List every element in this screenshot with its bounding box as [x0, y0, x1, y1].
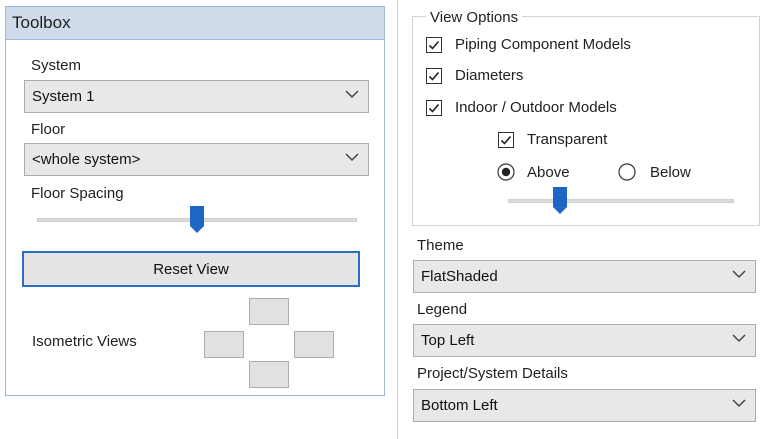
legend-label: Legend — [417, 301, 468, 318]
iso-view-bottom-button[interactable] — [249, 361, 289, 388]
system-dropdown-value: System 1 — [32, 88, 95, 105]
theme-dropdown[interactable]: FlatShaded — [413, 260, 756, 293]
indoor-outdoor-models-checkbox[interactable] — [426, 100, 442, 116]
above-label: Above — [527, 164, 570, 181]
theme-label: Theme — [417, 237, 464, 254]
floor-dropdown[interactable]: <whole system> — [24, 143, 369, 176]
reset-view-button[interactable]: Reset View — [22, 251, 360, 287]
view-options-legend: View Options — [426, 9, 523, 26]
project-system-details-dropdown[interactable]: Bottom Left — [413, 389, 756, 422]
toolbox-title: Toolbox — [12, 13, 71, 32]
iso-view-left-button[interactable] — [204, 331, 244, 358]
floor-dropdown-value: <whole system> — [32, 151, 141, 168]
chevron-down-icon — [732, 399, 746, 408]
floor-spacing-label: Floor Spacing — [31, 185, 124, 202]
checkmark-icon — [428, 40, 440, 50]
legend-dropdown[interactable]: Top Left — [413, 324, 756, 357]
chevron-down-icon — [732, 270, 746, 279]
slider-thumb-icon[interactable] — [553, 187, 567, 215]
legend-dropdown-value: Top Left — [421, 332, 475, 349]
project-system-details-label: Project/System Details — [417, 365, 568, 382]
transparent-checkbox[interactable] — [498, 132, 514, 148]
iso-view-top-button[interactable] — [249, 298, 289, 325]
panel-divider — [397, 0, 398, 439]
toolbox-header: Toolbox — [6, 7, 384, 40]
indoor-outdoor-models-label: Indoor / Outdoor Models — [455, 99, 617, 116]
transparency-slider[interactable] — [508, 199, 734, 203]
piping-component-models-label: Piping Component Models — [455, 36, 631, 53]
chevron-down-icon — [345, 153, 359, 162]
system-dropdown[interactable]: System 1 — [24, 80, 369, 113]
isometric-views-label: Isometric Views — [32, 333, 137, 350]
reset-view-label: Reset View — [153, 261, 229, 278]
chevron-down-icon — [345, 90, 359, 99]
piping-component-models-checkbox[interactable] — [426, 37, 442, 53]
slider-thumb-icon[interactable] — [190, 206, 204, 234]
diameters-label: Diameters — [455, 67, 524, 84]
project-system-details-dropdown-value: Bottom Left — [421, 397, 498, 414]
below-radio[interactable] — [618, 163, 636, 181]
system-label: System — [31, 57, 82, 74]
below-label: Below — [650, 164, 691, 181]
diameters-checkbox[interactable] — [426, 68, 442, 84]
iso-view-right-button[interactable] — [294, 331, 334, 358]
transparent-label: Transparent — [527, 131, 608, 148]
checkmark-icon — [428, 71, 440, 81]
checkmark-icon — [428, 103, 440, 113]
theme-dropdown-value: FlatShaded — [421, 268, 498, 285]
chevron-down-icon — [732, 334, 746, 343]
checkmark-icon — [500, 135, 512, 145]
floor-label: Floor — [31, 121, 66, 138]
above-radio[interactable] — [497, 163, 515, 181]
